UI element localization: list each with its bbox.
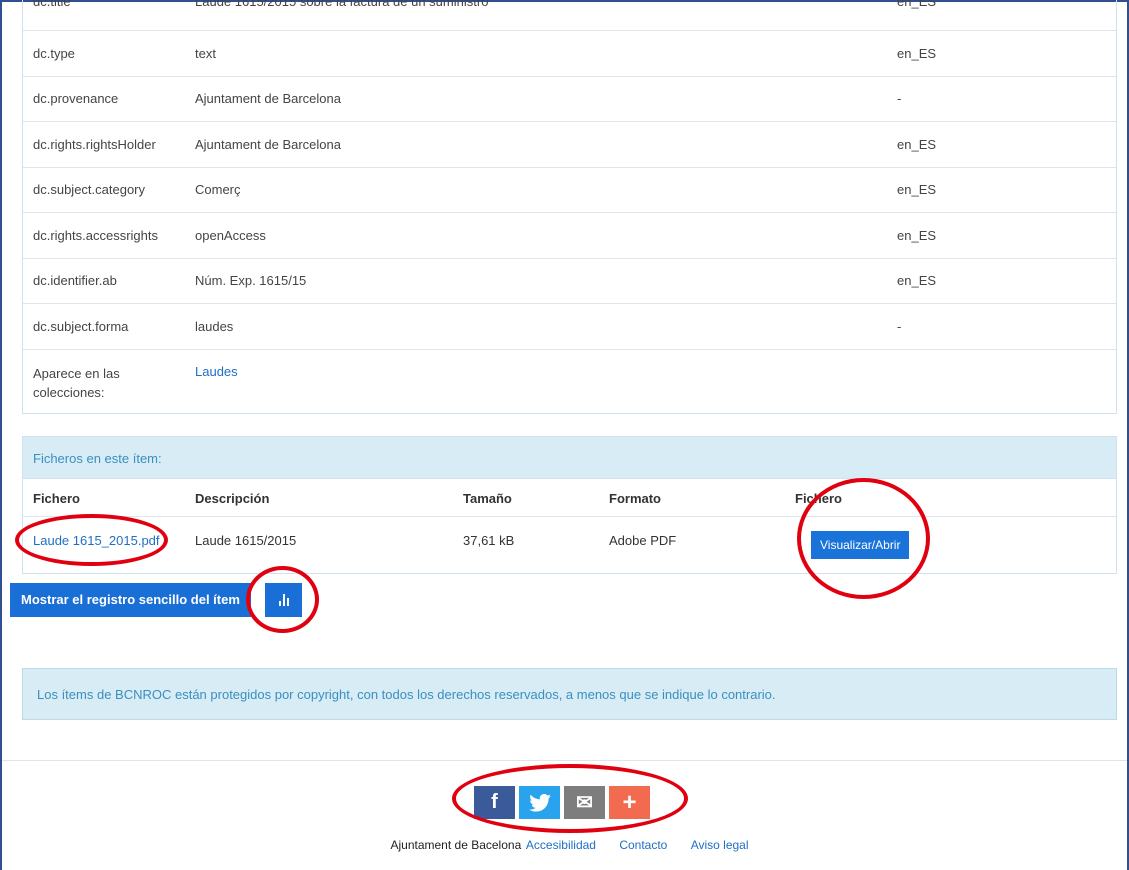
metadata-lang: en_ES	[897, 45, 937, 61]
files-heading: Ficheros en este ítem:	[23, 437, 1116, 479]
table-row: Laude 1615_2015.pdf Laude 1615/2015 37,6…	[23, 517, 1116, 573]
twitter-share-button[interactable]	[519, 786, 560, 819]
bar-chart-icon	[279, 594, 289, 606]
facebook-icon: f	[491, 791, 498, 813]
metadata-lang: en_ES	[897, 0, 937, 9]
collections-label: Aparece en las colecciones:	[33, 365, 120, 400]
table-row: dc.type text en_ES	[23, 30, 1116, 76]
collection-link[interactable]: Laudes	[195, 364, 238, 379]
file-description: Laude 1615/2015	[195, 533, 297, 548]
metadata-lang: en_ES	[897, 273, 937, 289]
metadata-lang: en_ES	[897, 227, 937, 243]
metadata-value: laudes	[195, 318, 234, 334]
table-row: dc.identifier.ab Núm. Exp. 1615/15 en_ES	[23, 257, 1116, 304]
metadata-value: text	[195, 45, 216, 61]
metadata-value: openAccess	[195, 227, 266, 243]
footer-link-legal[interactable]: Aviso legal	[691, 838, 749, 852]
metadata-key: dc.type	[33, 45, 75, 61]
column-header-size: Tamaño	[463, 491, 512, 506]
metadata-key: dc.subject.forma	[33, 318, 129, 334]
metadata-lang: -	[897, 318, 902, 334]
copyright-notice: Los ítems de BCNROC están protegidos por…	[22, 668, 1117, 720]
metadata-value: Núm. Exp. 1615/15	[195, 273, 307, 289]
column-header-file: Fichero	[33, 491, 80, 506]
email-icon: ✉	[576, 792, 593, 814]
footer: Ajuntament de Bacelona Accesibilidad Con…	[0, 838, 1129, 852]
twitter-icon	[528, 793, 551, 812]
show-simple-record-button[interactable]: Mostrar el registro sencillo del ítem	[10, 583, 251, 617]
files-panel: Ficheros en este ítem: Fichero Descripci…	[22, 436, 1117, 574]
file-format: Adobe PDF	[609, 533, 677, 548]
column-header-description: Descripción	[195, 491, 270, 506]
column-header-format: Formato	[609, 491, 661, 506]
metadata-value: Ajuntament de Barcelona	[195, 91, 341, 107]
facebook-share-button[interactable]: f	[474, 786, 515, 819]
metadata-value: Ajuntament de Barcelona	[195, 136, 341, 152]
table-row: dc.rights.rightsHolder Ajuntament de Bar…	[23, 121, 1116, 167]
metadata-table: dc.title Laude 1615/2015 sobre la factur…	[22, 0, 1117, 414]
social-share-bar: f ✉ +	[474, 786, 650, 819]
footer-divider	[2, 760, 1127, 761]
metadata-value: Laude 1615/2015 sobre la factura de un s…	[195, 0, 489, 9]
plus-icon: +	[622, 788, 637, 816]
table-row: dc.title Laude 1615/2015 sobre la factur…	[23, 0, 1116, 30]
metadata-lang: -	[897, 91, 902, 107]
file-size: 37,61 kB	[463, 533, 515, 548]
footer-brand: Ajuntament de Bacelona	[390, 838, 522, 852]
view-open-button[interactable]: Visualizar/Abrir	[811, 531, 910, 559]
files-header-row: Fichero Descripción Tamaño Formato Fiche…	[23, 479, 1116, 517]
metadata-key: dc.provenance	[33, 91, 119, 107]
table-row: dc.provenance Ajuntament de Barcelona -	[23, 75, 1116, 122]
metadata-lang: en_ES	[897, 136, 937, 152]
metadata-key: dc.title	[33, 0, 71, 9]
file-link[interactable]: Laude 1615_2015.pdf	[33, 533, 160, 548]
footer-link-accessibility[interactable]: Accesibilidad	[526, 838, 596, 852]
metadata-lang: en_ES	[897, 182, 937, 198]
footer-link-contact[interactable]: Contacto	[619, 838, 667, 852]
email-share-button[interactable]: ✉	[564, 786, 605, 819]
collections-row: Aparece en las colecciones: Laudes	[23, 348, 1116, 413]
metadata-key: dc.rights.accessrights	[33, 227, 158, 243]
metadata-key: dc.subject.category	[33, 182, 146, 198]
table-row: dc.rights.accessrights openAccess en_ES	[23, 212, 1116, 258]
table-row: dc.subject.forma laudes -	[23, 303, 1116, 349]
metadata-key: dc.rights.rightsHolder	[33, 136, 156, 152]
statistics-button[interactable]	[265, 583, 302, 617]
metadata-value: Comerç	[195, 182, 241, 198]
table-row: dc.subject.category Comerç en_ES	[23, 166, 1116, 213]
more-share-button[interactable]: +	[609, 786, 650, 819]
metadata-key: dc.identifier.ab	[33, 273, 117, 289]
column-header-file-action: Fichero	[795, 491, 842, 506]
